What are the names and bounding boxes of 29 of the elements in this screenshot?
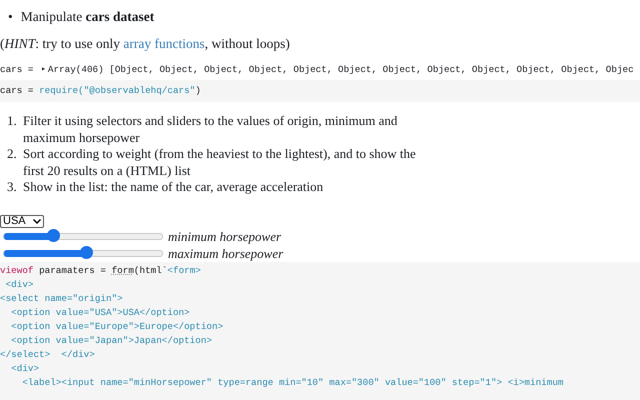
code-line: <div> (4, 278, 34, 292)
code-line: <option value="Japan">Japan</option> (10, 334, 214, 348)
code-line: <option value="USA">USA</option> (10, 306, 191, 320)
code-line: viewof paramaters = form(html`<form> (0, 264, 202, 278)
hint-text: (HINT: try to use only array functions, without loops) (0, 35, 291, 53)
code-line: <div> (10, 362, 40, 376)
caret-icon (33, 218, 41, 224)
slider-thumb[interactable] (46, 229, 60, 242)
list-item-text: Sort according to weight (from the heaviest to the lightest), and to show the first 20 results on a (HTML) list (23, 146, 417, 180)
slider-label: minimum horsepower (168, 228, 282, 245)
list-number: 3. (7, 179, 18, 196)
slider-thumb[interactable] (80, 246, 94, 260)
code-line: </select> </div> (0, 348, 96, 362)
list-number: 1. (7, 113, 18, 130)
origin-select[interactable]: USA (0, 214, 44, 228)
list-number: 2. (7, 146, 18, 164)
intro-text: Manipulate cars dataset (20, 9, 154, 25)
output-value: Array(406) [Object, Object, Object, Object, Object, Object, Object, Object, Object, Object, Object, Objec (48, 64, 634, 74)
list-item-text: Show in the list: the name of the car, average acceleration (23, 179, 324, 196)
bullet: • (8, 9, 13, 25)
code-line: cars = require("@observablehq/cars") (0, 84, 201, 98)
list-item-text: Filter it using selectors and sliders to the values of origin, minimum and maximum horsepower (23, 113, 398, 146)
array-functions-link[interactable]: array functions (123, 36, 205, 51)
code-line: <select name="origin"> (0, 292, 124, 306)
code-line: <label><input name="minHorsepower" type=range min="10" max="300" value="100" step="1"> <i>minimum (21, 376, 564, 390)
code-line: <option value="Europe">Europe</option> (10, 320, 224, 334)
output-label: cars = (0, 64, 34, 74)
slider-label: maximum horsepower (168, 246, 284, 262)
expand-toggle[interactable]: ▸ (41, 64, 46, 74)
